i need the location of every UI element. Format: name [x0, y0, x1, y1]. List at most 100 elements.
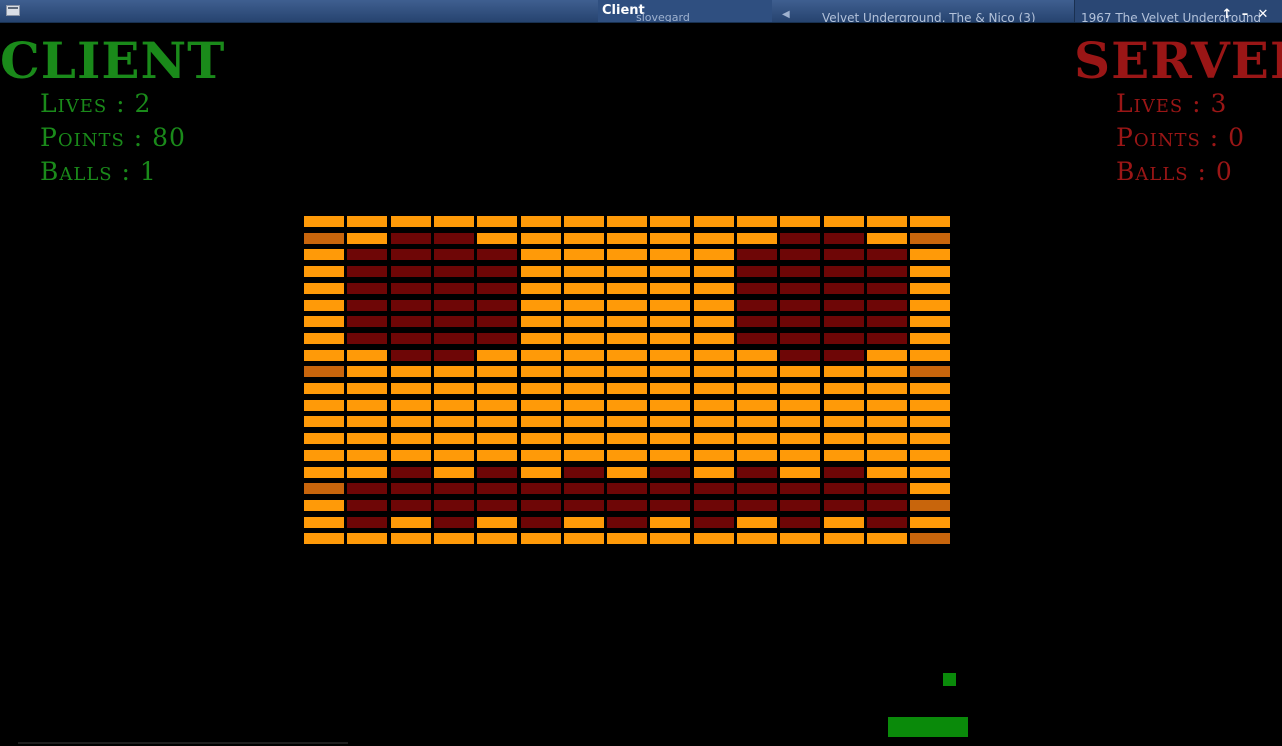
brick-dark	[737, 266, 777, 277]
brick-orange	[564, 249, 604, 260]
brick-orange	[304, 433, 344, 444]
brick-orange	[867, 400, 907, 411]
brick-dark	[780, 517, 820, 528]
brick-dark	[824, 483, 864, 494]
brick-dark	[737, 300, 777, 311]
brick-orange	[347, 533, 387, 544]
brick-dark	[347, 300, 387, 311]
brick-dark	[434, 316, 474, 327]
brick-orange	[737, 233, 777, 244]
brick-dark	[824, 316, 864, 327]
brick-dark	[607, 483, 647, 494]
brick-orange	[521, 233, 561, 244]
brick-orange	[650, 333, 690, 344]
server-hud: SERVER Lives : 3 Points : 0 Balls : 0	[1074, 35, 1282, 189]
brick-orange	[564, 416, 604, 427]
brick-orange	[910, 300, 950, 311]
brick-orange	[694, 283, 734, 294]
brick-orange	[910, 216, 950, 227]
brick-orange	[304, 350, 344, 361]
raise-icon[interactable]: ↑	[1218, 7, 1236, 23]
brick-orange	[650, 266, 690, 277]
client-lives: Lives : 2	[40, 89, 152, 118]
brick-dark	[347, 283, 387, 294]
brick-orange	[564, 316, 604, 327]
brick-dark	[824, 350, 864, 361]
brick-orange	[434, 400, 474, 411]
brick-orange	[347, 450, 387, 461]
brick-dark	[607, 500, 647, 511]
brick-dark	[824, 300, 864, 311]
brick-orange	[867, 450, 907, 461]
paddle[interactable]	[888, 717, 968, 737]
brick-dark	[650, 500, 690, 511]
brick-dark	[737, 500, 777, 511]
server-title: SERVER	[1074, 31, 1282, 90]
brick-dark	[737, 467, 777, 478]
brick-orange	[521, 216, 561, 227]
brick-orange	[737, 517, 777, 528]
brick-dark	[434, 300, 474, 311]
client-balls: Balls : 1	[40, 157, 157, 186]
task-client[interactable]: Client slovegard	[598, 0, 772, 22]
brick-orange	[867, 416, 907, 427]
brick-orange	[564, 216, 604, 227]
brick-orange	[694, 249, 734, 260]
minimize-icon[interactable]: –	[1236, 7, 1254, 23]
server-points: Points : 0	[1116, 123, 1245, 152]
brick-orange	[737, 533, 777, 544]
brick-orange	[521, 249, 561, 260]
brick-orange	[650, 450, 690, 461]
status-line	[18, 742, 348, 744]
brick-orange	[607, 316, 647, 327]
brick-orange	[564, 266, 604, 277]
brick-dark	[780, 300, 820, 311]
brick-orange	[694, 300, 734, 311]
brick-dark	[521, 483, 561, 494]
brick-dark	[867, 316, 907, 327]
brick-dark	[737, 333, 777, 344]
brick-dark	[694, 517, 734, 528]
brick-orange	[650, 433, 690, 444]
brick-orange	[304, 416, 344, 427]
brick-orange	[780, 450, 820, 461]
close-icon[interactable]: ✕	[1254, 7, 1272, 23]
brick-orange	[694, 266, 734, 277]
brick-dark	[477, 300, 517, 311]
window-menu-icon[interactable]	[6, 5, 20, 16]
brick-dark	[477, 283, 517, 294]
brick-dark	[780, 283, 820, 294]
brick-orange	[304, 316, 344, 327]
brick-dark	[824, 249, 864, 260]
brick-orange	[650, 533, 690, 544]
brick-orange	[867, 533, 907, 544]
brick-dark	[347, 333, 387, 344]
brick-orange	[737, 366, 777, 377]
brick-orange	[607, 433, 647, 444]
brick-orange	[607, 450, 647, 461]
brick-orange	[650, 416, 690, 427]
brick-amber	[910, 533, 950, 544]
brick-dark	[477, 500, 517, 511]
brick-amber	[304, 366, 344, 377]
brick-orange	[347, 350, 387, 361]
brick-dark	[391, 249, 431, 260]
brick-dark	[867, 483, 907, 494]
brick-dark	[737, 249, 777, 260]
brick-amber	[910, 500, 950, 511]
brick-orange	[910, 400, 950, 411]
brick-dark	[867, 283, 907, 294]
taskbar-left-arrow-icon[interactable]: ◀	[782, 10, 790, 20]
brick-orange	[477, 216, 517, 227]
brick-orange	[564, 333, 604, 344]
brick-dark	[434, 233, 474, 244]
brick-amber	[304, 233, 344, 244]
brick-orange	[694, 216, 734, 227]
brick-orange	[521, 383, 561, 394]
brick-orange	[521, 400, 561, 411]
task-velvet-underground[interactable]: Velvet Underground, The & Nico (3)	[820, 0, 1070, 22]
brick-orange	[564, 233, 604, 244]
brick-dark	[780, 266, 820, 277]
brick-orange	[824, 450, 864, 461]
brick-orange	[434, 533, 474, 544]
